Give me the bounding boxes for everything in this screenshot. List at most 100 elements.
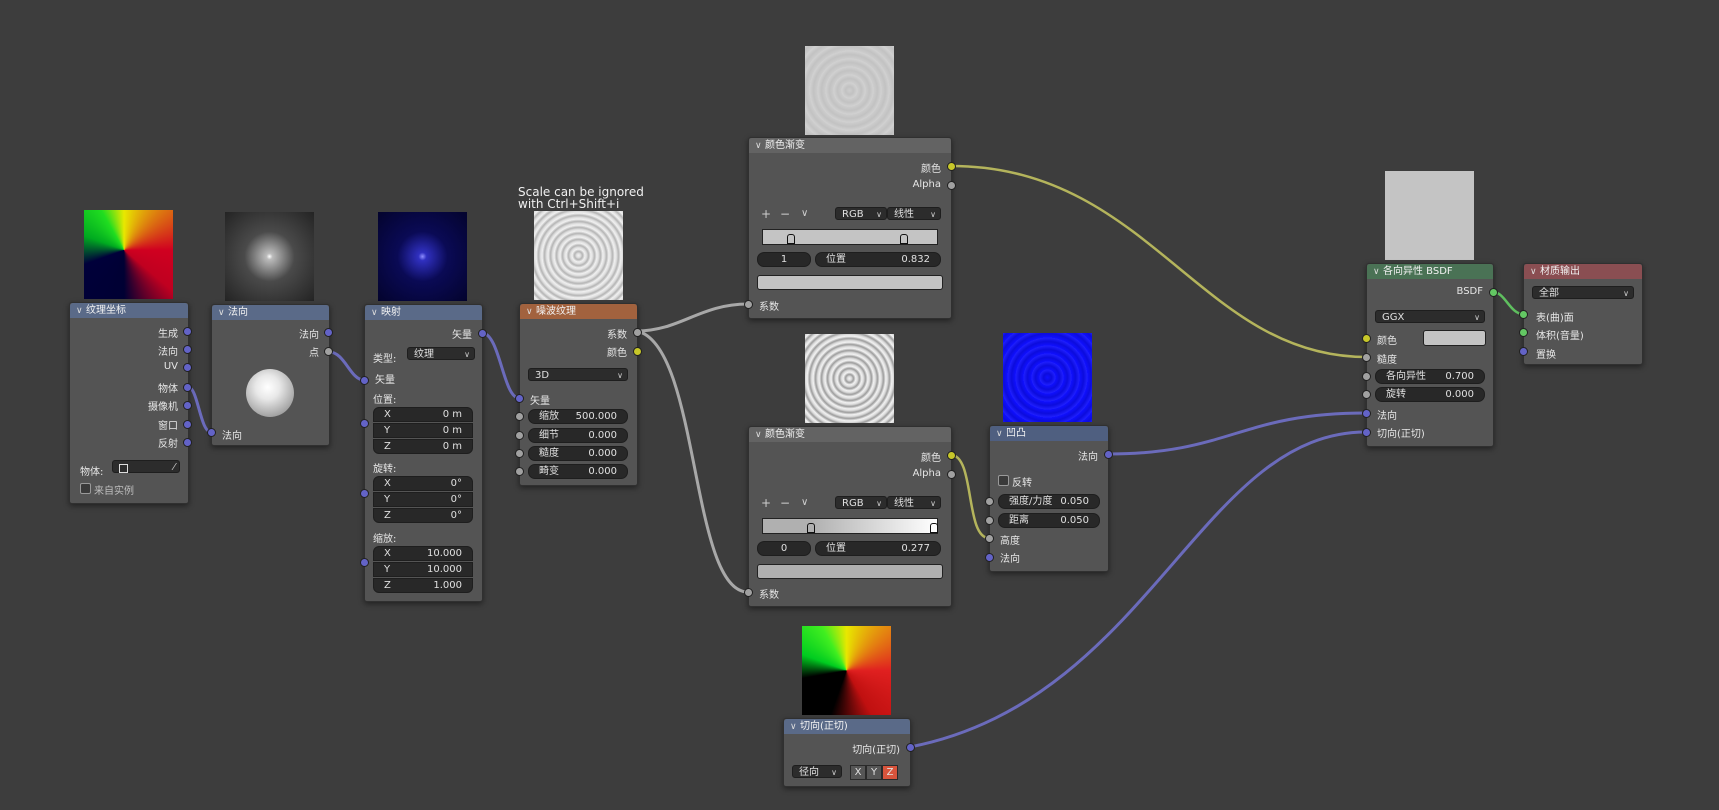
scale-y-field[interactable]: Y 10.000 xyxy=(373,562,473,577)
socket-uv[interactable] xyxy=(183,363,192,372)
rotation-z-field[interactable]: Z 0° xyxy=(373,508,473,523)
stop-index-field[interactable]: 0 xyxy=(757,541,811,556)
socket-out-color[interactable] xyxy=(947,451,956,460)
collapse-icon[interactable]: ∨ xyxy=(371,306,381,321)
strength-field[interactable]: 强度/力度 0.050 xyxy=(998,494,1100,509)
socket-out-tangent[interactable] xyxy=(906,743,915,752)
axis-x-button[interactable]: X xyxy=(850,765,866,780)
chevron-down-icon[interactable]: ∨ xyxy=(801,208,808,220)
socket-generated[interactable] xyxy=(183,327,192,336)
axis-y-button[interactable]: Y xyxy=(866,765,882,780)
socket-out-dot[interactable] xyxy=(324,347,333,356)
socket-in-distortion[interactable] xyxy=(515,467,524,476)
anisotropy-field[interactable]: 各向异性 0.700 xyxy=(1375,369,1485,384)
socket-in-location[interactable] xyxy=(360,419,369,428)
collapse-icon[interactable]: ∨ xyxy=(1373,265,1383,280)
collapse-icon[interactable]: ∨ xyxy=(755,139,765,154)
distribution-dropdown[interactable]: GGX ∨ xyxy=(1375,310,1485,323)
base-color-swatch[interactable] xyxy=(1423,330,1486,346)
location-x-field[interactable]: X 0 m xyxy=(373,407,473,422)
distance-field[interactable]: 距离 0.050 xyxy=(998,513,1100,528)
ramp-stop-1[interactable] xyxy=(930,523,938,533)
noise-header[interactable]: ∨ 噪波纹理 xyxy=(520,304,637,319)
collapse-icon[interactable]: ∨ xyxy=(1530,265,1540,280)
bsdf-header[interactable]: ∨ 各向异性 BSDF xyxy=(1367,264,1493,279)
ramp1-node[interactable]: ∨ 颜色渐变 颜色 Alpha + − ∨ RGB ∨ 线性 ∨ 1 位置 0.832 … xyxy=(748,137,952,319)
stop-index-field[interactable]: 1 xyxy=(757,252,811,267)
socket-reflection[interactable] xyxy=(183,438,192,447)
scale-x-field[interactable]: X 10.000 xyxy=(373,546,473,561)
socket-in-scale[interactable] xyxy=(515,412,524,421)
mapping-node[interactable]: ∨ 映射 矢量 类型: 纹理 ∨ 矢量 位置: X0 m Y0 m Z0 m 旋转:… xyxy=(364,304,483,602)
distortion-field[interactable]: 畸变 0.000 xyxy=(528,464,628,479)
interpolation-dropdown[interactable]: 线性 ∨ xyxy=(887,207,941,220)
socket-in-displacement[interactable] xyxy=(1519,347,1528,356)
rotation-y-field[interactable]: Y 0° xyxy=(373,492,473,507)
ramp-stop-1[interactable] xyxy=(900,234,908,244)
texcoord-node[interactable]: ∨ 纹理坐标 生成 法向 UV 物体 摄像机 窗口 反射 物体: ⁄ 来自实例 xyxy=(69,302,189,504)
axis-z-button[interactable]: Z xyxy=(882,765,898,780)
invert-checkbox[interactable] xyxy=(998,475,1009,486)
interpolation-dropdown[interactable]: 线性 ∨ xyxy=(887,496,941,509)
position-field[interactable]: 位置 0.277 xyxy=(815,541,941,556)
socket-in-anisotropy[interactable] xyxy=(1362,372,1371,381)
socket-in-volume[interactable] xyxy=(1519,328,1528,337)
scale-field[interactable]: 缩放 500.000 xyxy=(528,409,628,424)
collapse-icon[interactable]: ∨ xyxy=(218,306,228,321)
rotation-x-field[interactable]: X 0° xyxy=(373,476,473,491)
collapse-icon[interactable]: ∨ xyxy=(996,427,1006,442)
texcoord-header[interactable]: ∨ 纹理坐标 xyxy=(70,303,188,318)
socket-out-color[interactable] xyxy=(947,162,956,171)
socket-out-alpha[interactable] xyxy=(947,181,956,190)
ramp-stop-0[interactable] xyxy=(787,234,795,244)
ramp-stop-0[interactable] xyxy=(807,523,815,533)
normal-sphere[interactable] xyxy=(246,369,294,417)
socket-in-strength[interactable] xyxy=(985,497,994,506)
roughness-field[interactable]: 糙度 0.000 xyxy=(528,446,628,461)
add-stop-icon[interactable]: + xyxy=(761,497,771,509)
location-y-field[interactable]: Y 0 m xyxy=(373,423,473,438)
remove-stop-icon[interactable]: − xyxy=(780,497,790,509)
eyedropper-icon[interactable]: ⁄ xyxy=(173,461,175,474)
detail-field[interactable]: 细节 0.000 xyxy=(528,428,628,443)
mapping-header[interactable]: ∨ 映射 xyxy=(365,305,482,320)
socket-in-vector[interactable] xyxy=(360,376,369,385)
type-dropdown[interactable]: 纹理 ∨ xyxy=(407,347,475,360)
tangent-header[interactable]: ∨ 切向(正切) xyxy=(784,719,910,734)
location-z-field[interactable]: Z 0 m xyxy=(373,439,473,454)
socket-in-height[interactable] xyxy=(985,534,994,543)
rotation-field[interactable]: 旋转 0.000 xyxy=(1375,387,1485,402)
color-ramp-bar[interactable] xyxy=(762,518,938,534)
socket-out-vector[interactable] xyxy=(478,329,487,338)
socket-out-normal[interactable] xyxy=(324,328,333,337)
scale-z-field[interactable]: Z 1.000 xyxy=(373,578,473,593)
socket-out-bsdf[interactable] xyxy=(1489,288,1498,297)
direction-dropdown[interactable]: 径向 ∨ xyxy=(792,765,842,778)
socket-in-normal[interactable] xyxy=(207,428,216,437)
normal-node[interactable]: ∨ 法向 法向 点 法向 xyxy=(211,304,330,446)
from-instancer-checkbox[interactable] xyxy=(80,483,91,494)
socket-in-rotation[interactable] xyxy=(360,489,369,498)
socket-in-scale[interactable] xyxy=(360,558,369,567)
socket-window[interactable] xyxy=(183,420,192,429)
material-output-node[interactable]: ∨ 材质输出 全部 ∨ 表(曲)面 体积(音量) 置换 xyxy=(1523,263,1643,365)
target-dropdown[interactable]: 全部 ∨ xyxy=(1532,286,1634,299)
stop-color-swatch[interactable] xyxy=(757,275,943,290)
ramp1-header[interactable]: ∨ 颜色渐变 xyxy=(749,138,951,153)
remove-stop-icon[interactable]: − xyxy=(780,208,790,220)
collapse-icon[interactable]: ∨ xyxy=(755,428,765,443)
socket-in-normal[interactable] xyxy=(1362,409,1371,418)
socket-in-distance[interactable] xyxy=(985,516,994,525)
socket-in-tangent[interactable] xyxy=(1362,428,1371,437)
socket-out-fac[interactable] xyxy=(633,328,642,337)
color-mode-dropdown[interactable]: RGB ∨ xyxy=(835,496,887,509)
socket-in-color[interactable] xyxy=(1362,334,1371,343)
socket-in-vector[interactable] xyxy=(515,394,524,403)
collapse-icon[interactable]: ∨ xyxy=(790,720,800,735)
add-stop-icon[interactable]: + xyxy=(761,208,771,220)
socket-in-roughness[interactable] xyxy=(1362,353,1371,362)
socket-out-color[interactable] xyxy=(633,347,642,356)
position-field[interactable]: 位置 0.832 xyxy=(815,252,941,267)
collapse-icon[interactable]: ∨ xyxy=(526,305,536,320)
color-mode-dropdown[interactable]: RGB ∨ xyxy=(835,207,887,220)
